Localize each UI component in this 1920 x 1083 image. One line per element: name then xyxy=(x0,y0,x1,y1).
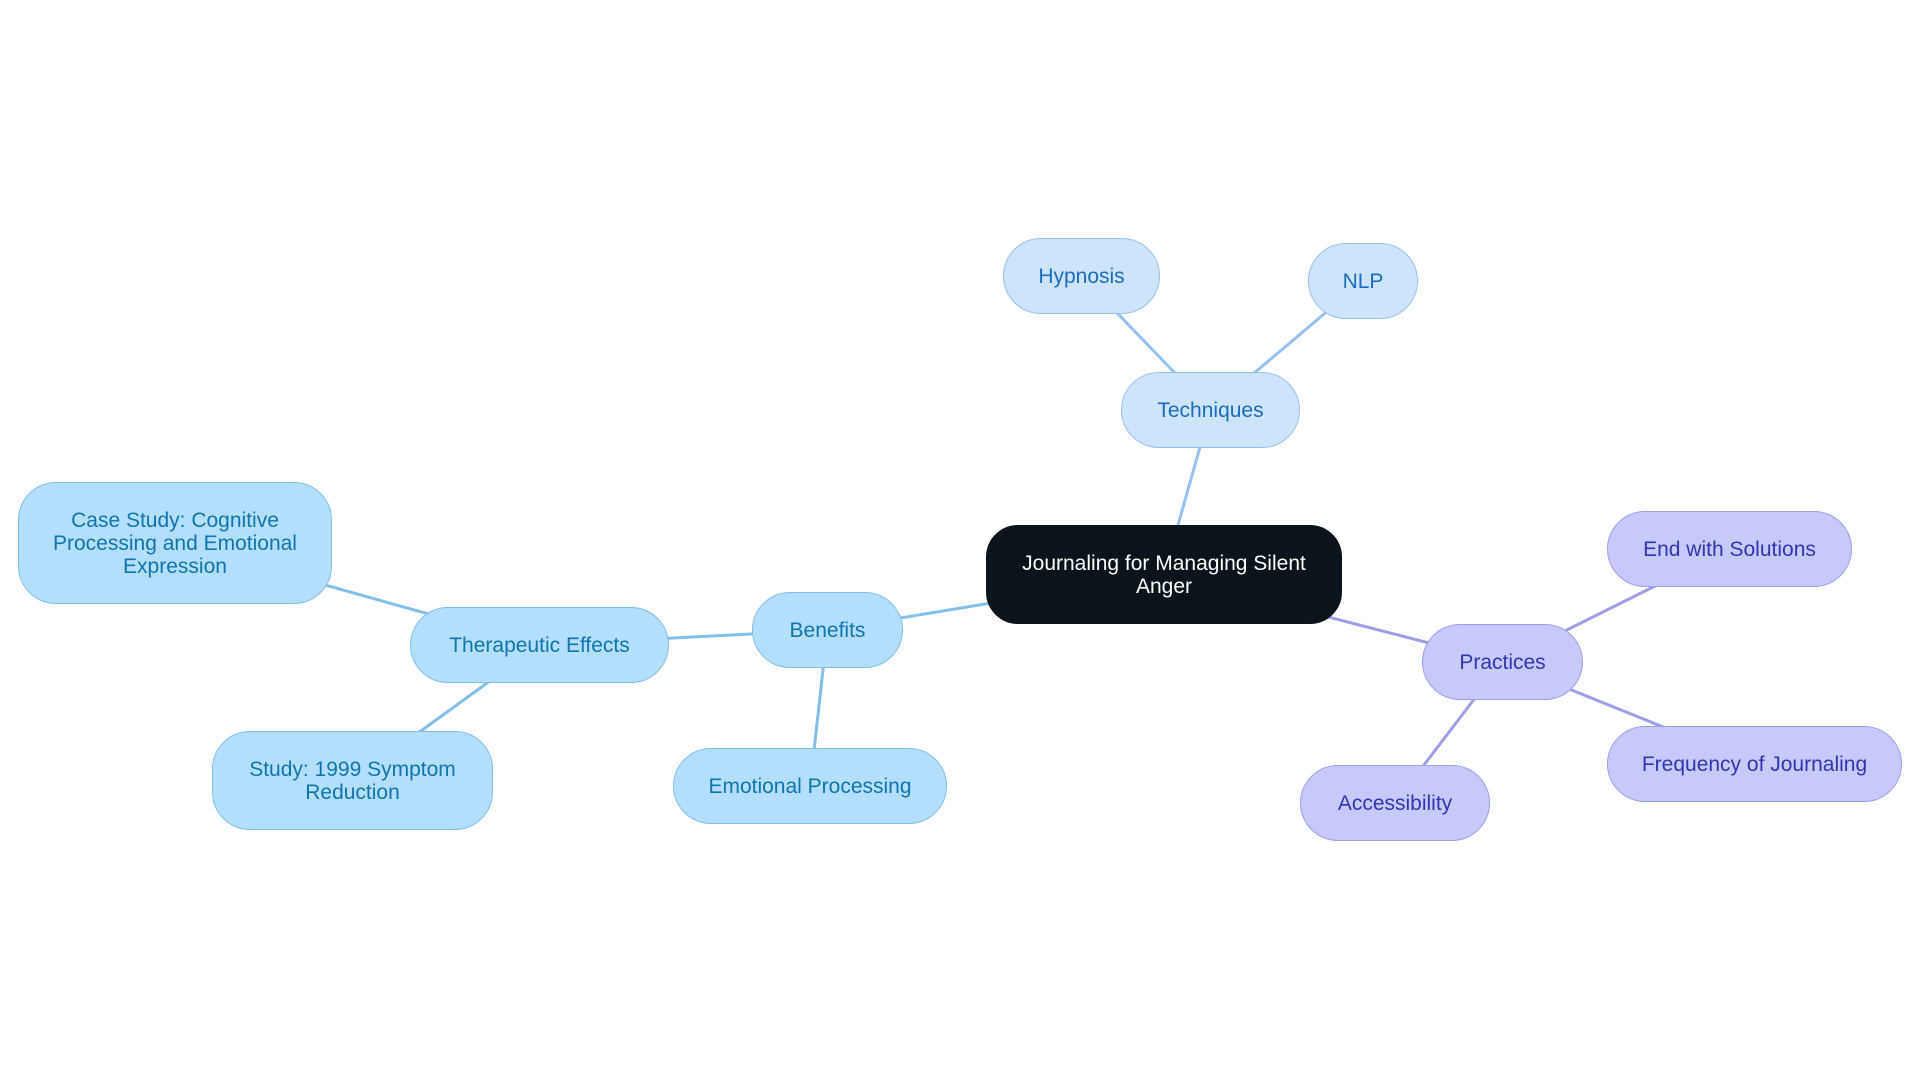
node-nlp[interactable]: NLP xyxy=(1308,243,1418,319)
node-benefits[interactable]: Benefits xyxy=(752,592,903,668)
node-emotional-processing-label: Emotional Processing xyxy=(708,774,912,798)
node-frequency-of-journaling[interactable]: Frequency of Journaling xyxy=(1607,726,1902,802)
node-practices[interactable]: Practices xyxy=(1422,624,1583,700)
node-end-with-solutions-label: End with Solutions xyxy=(1643,537,1816,561)
node-accessibility[interactable]: Accessibility xyxy=(1300,765,1490,841)
root-node-label: Journaling for Managing Silent Anger xyxy=(1022,551,1306,598)
node-study-1999[interactable]: Study: 1999 Symptom Reduction xyxy=(212,731,493,830)
node-accessibility-label: Accessibility xyxy=(1337,791,1453,815)
node-hypnosis[interactable]: Hypnosis xyxy=(1003,238,1160,314)
node-techniques-label: Techniques xyxy=(1157,398,1264,422)
node-end-with-solutions[interactable]: End with Solutions xyxy=(1607,511,1852,587)
node-hypnosis-label: Hypnosis xyxy=(1038,264,1125,288)
node-case-study-label: Case Study: Cognitive Processing and Emo… xyxy=(53,508,297,578)
node-nlp-label: NLP xyxy=(1342,269,1384,293)
node-case-study[interactable]: Case Study: Cognitive Processing and Emo… xyxy=(18,482,332,604)
mind-map-canvas: Journaling for Managing Silent Anger Tec… xyxy=(0,0,1920,1083)
node-techniques[interactable]: Techniques xyxy=(1121,372,1300,448)
node-frequency-of-journaling-label: Frequency of Journaling xyxy=(1641,752,1868,776)
node-therapeutic-effects-label: Therapeutic Effects xyxy=(449,633,630,657)
node-benefits-label: Benefits xyxy=(789,618,866,642)
root-node[interactable]: Journaling for Managing Silent Anger xyxy=(986,525,1342,624)
node-therapeutic-effects[interactable]: Therapeutic Effects xyxy=(410,607,669,683)
node-practices-label: Practices xyxy=(1459,650,1546,674)
node-study-1999-label: Study: 1999 Symptom Reduction xyxy=(249,757,456,804)
node-emotional-processing[interactable]: Emotional Processing xyxy=(673,748,947,824)
